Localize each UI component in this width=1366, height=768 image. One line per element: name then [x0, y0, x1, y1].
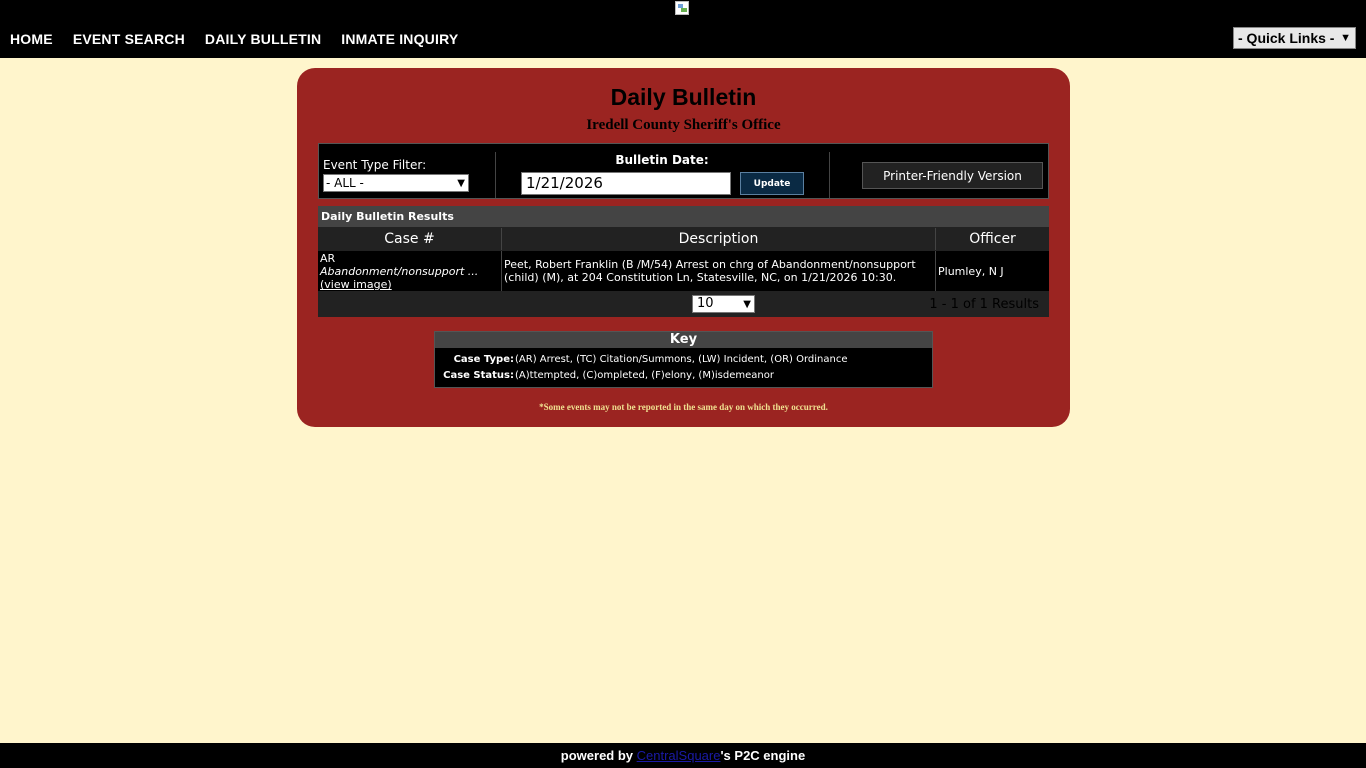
chevron-down-icon: ▼	[457, 178, 465, 189]
page-title: Daily Bulletin	[610, 84, 757, 110]
page-subtitle: Iredell County Sheriff's Office	[586, 117, 781, 133]
filter-bar: Event Type Filter: - ALL - ▼ Bulletin Da…	[318, 143, 1049, 199]
bulletin-panel: Daily Bulletin Iredell County Sheriff's …	[297, 68, 1070, 427]
page-size-select[interactable]: 10 ▼	[692, 295, 755, 313]
case-code: AR	[320, 252, 336, 265]
view-image-link[interactable]: (view image)	[320, 278, 392, 291]
pager: 10 ▼ 1 - 1 of 1 Results	[318, 292, 1049, 317]
column-header-case[interactable]: Case #	[318, 228, 502, 250]
column-header-description[interactable]: Description	[502, 228, 936, 250]
event-description: Peet, Robert Franklin (B /M/54) Arrest o…	[504, 258, 916, 284]
page-size-value: 10	[697, 296, 714, 311]
results-table: Daily Bulletin Results Case # Descriptio…	[318, 206, 1049, 317]
result-count: 1 - 1 of 1 Results	[929, 297, 1039, 312]
chevron-down-icon: ▼	[1340, 32, 1351, 44]
event-type-select[interactable]: - ALL - ▼	[323, 174, 469, 192]
bulletin-date-label: Bulletin Date:	[615, 153, 709, 167]
nav-home[interactable]: HOME	[10, 31, 53, 47]
update-button[interactable]: Update	[740, 172, 804, 195]
printer-friendly-button[interactable]: Printer-Friendly Version	[862, 162, 1043, 189]
officer-cell: Plumley, N J	[936, 251, 1049, 291]
nav-event-search[interactable]: EVENT SEARCH	[73, 31, 185, 47]
event-type-label: Event Type Filter:	[323, 158, 427, 172]
quick-links-select[interactable]: - Quick Links - ▼	[1233, 27, 1356, 49]
case-description: Abandonment/nonsupport ...	[320, 265, 479, 278]
quick-links-label: - Quick Links -	[1238, 30, 1335, 46]
footer-brand-link[interactable]: CentralSquare	[637, 748, 721, 763]
case-cell: AR Abandonment/nonsupport ... (view imag…	[318, 251, 502, 291]
nav-inmate-inquiry[interactable]: INMATE INQUIRY	[341, 31, 458, 47]
description-cell: Peet, Robert Franklin (B /M/54) Arrest o…	[502, 251, 936, 291]
event-type-cell: Event Type Filter: - ALL - ▼	[321, 152, 496, 198]
officer-name: Plumley, N J	[938, 265, 1004, 278]
case-type-label: Case Type:	[453, 354, 514, 365]
chevron-down-icon: ▼	[743, 299, 751, 310]
case-status-label: Case Status:	[443, 370, 514, 381]
results-header-row: Case # Description Officer	[318, 228, 1049, 250]
case-status-value: (A)ttempted, (C)ompleted, (F)elony, (M)i…	[515, 370, 774, 381]
nav-daily-bulletin[interactable]: DAILY BULLETIN	[205, 31, 321, 47]
table-row: AR Abandonment/nonsupport ... (view imag…	[318, 251, 1049, 291]
bulletin-date-cell: Bulletin Date: 1/21/2026 Update	[495, 152, 830, 198]
key-legend: Key Case Type: (AR) Arrest, (TC) Citatio…	[434, 331, 933, 388]
bulletin-date-input[interactable]: 1/21/2026	[521, 172, 731, 195]
printer-cell: Printer-Friendly Version	[829, 152, 1048, 198]
key-title: Key	[435, 332, 932, 348]
results-title: Daily Bulletin Results	[318, 206, 1049, 227]
top-bar: HOME EVENT SEARCH DAILY BULLETIN INMATE …	[0, 0, 1366, 58]
column-header-officer[interactable]: Officer	[936, 228, 1049, 250]
broken-banner-image-icon	[675, 1, 691, 15]
main-nav: HOME EVENT SEARCH DAILY BULLETIN INMATE …	[10, 31, 458, 47]
disclaimer-note: *Some events may not be reported in the …	[539, 402, 828, 412]
footer-prefix: powered by	[560, 748, 637, 763]
case-type-value: (AR) Arrest, (TC) Citation/Summons, (LW)…	[515, 354, 848, 365]
footer: powered by CentralSquare's P2C engine	[0, 743, 1366, 768]
footer-suffix: 's P2C engine	[720, 748, 806, 763]
event-type-value: - ALL -	[326, 176, 364, 190]
